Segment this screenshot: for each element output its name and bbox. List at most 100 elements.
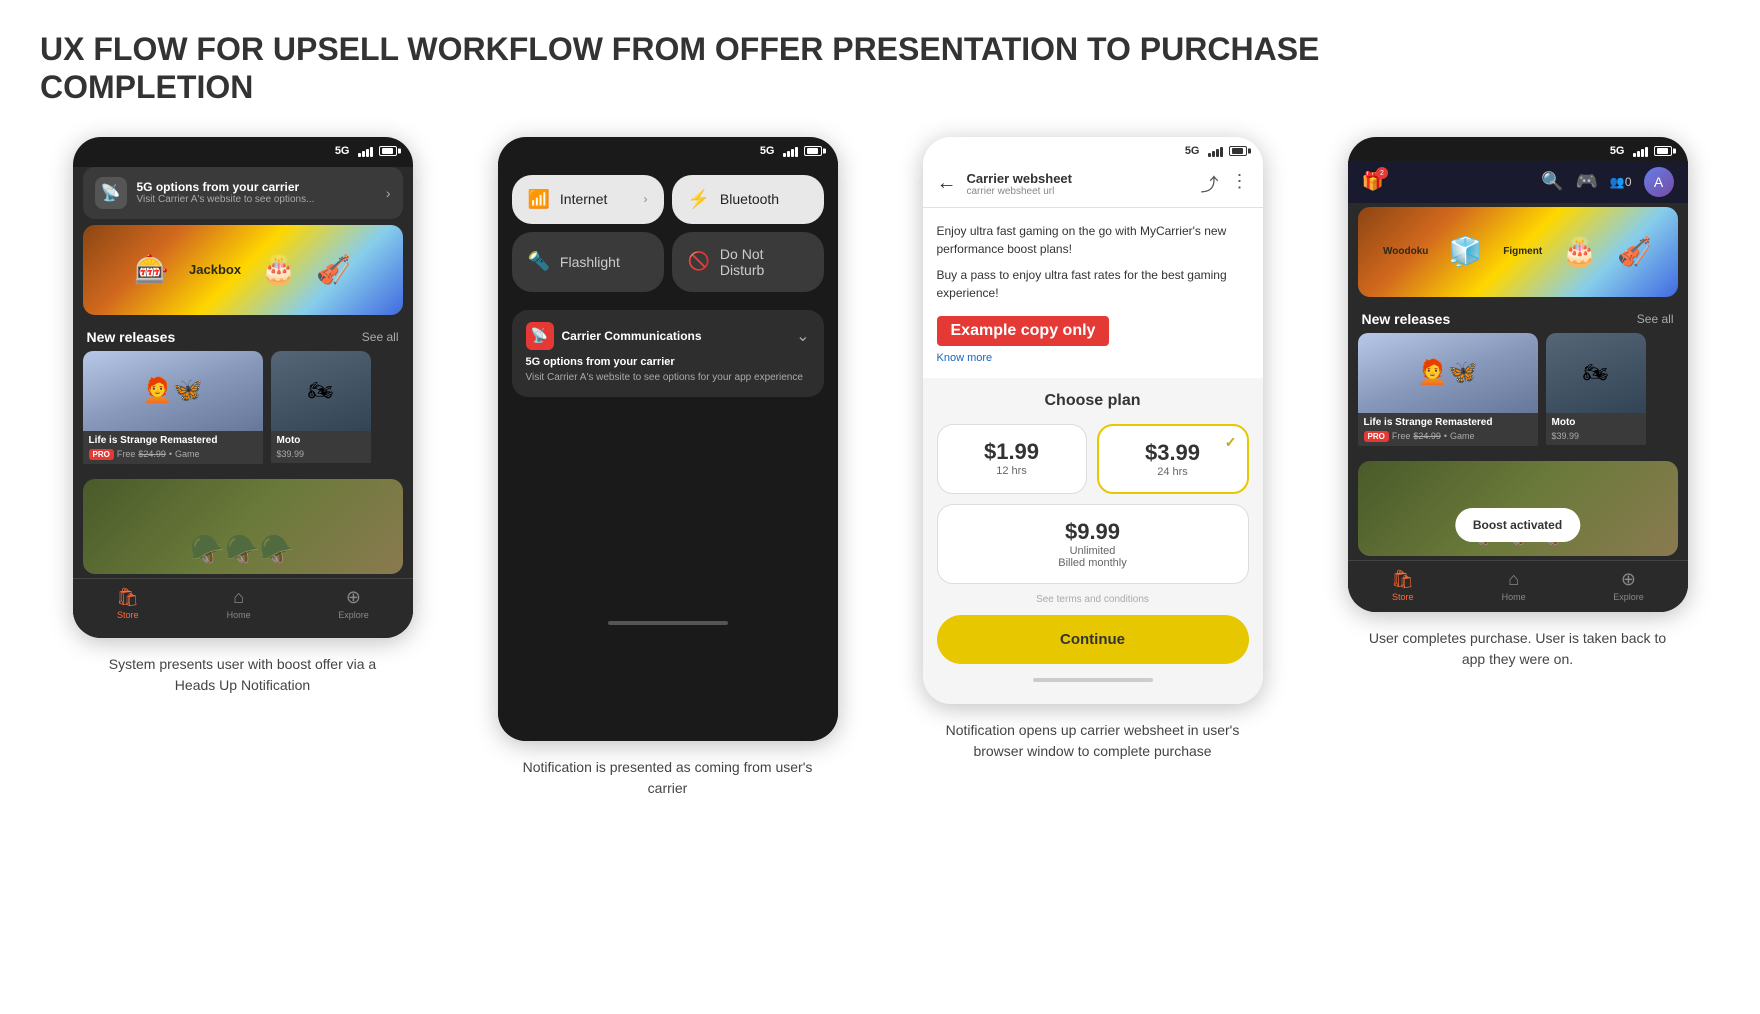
phone-frame-4: 5G 🎁 2 🔍 🎮 👥0 A [1348, 137, 1688, 612]
plan-price-1: $1.99 [952, 439, 1072, 465]
game-img-moto-4: 🏍 [1546, 333, 1646, 413]
game-price-free-4: Free [1392, 431, 1411, 441]
game-dot-4: • [1444, 431, 1447, 441]
dnd-icon: 🚫 [688, 251, 710, 272]
websheet-header: ← Carrier websheet carrier websheet url … [923, 161, 1263, 208]
qs-bluetooth-label: Bluetooth [720, 191, 779, 207]
qs-tile-flashlight[interactable]: 🔦 Flashlight [512, 232, 664, 292]
description-3: Notification opens up carrier websheet i… [943, 720, 1243, 762]
gamepad-icon-4[interactable]: 🎮 [1575, 171, 1597, 192]
game-img-lis-4: 🧑‍🦰🦋 [1358, 333, 1538, 413]
s4-top-bar: 🎁 2 🔍 🎮 👥0 A [1348, 161, 1688, 203]
home-indicator-2 [608, 621, 728, 625]
share-icon[interactable]: ⤴ [1201, 171, 1219, 197]
signal-bars-1 [358, 145, 373, 157]
nav-store-label-4: Store [1392, 592, 1414, 602]
carrier-msg-body: Visit Carrier A's website to see options… [526, 371, 810, 385]
game-meta-moto-4: $39.99 [1552, 431, 1640, 441]
nav-store-1[interactable]: 🛍 Store [116, 587, 139, 620]
continue-button[interactable]: Continue [937, 615, 1249, 664]
game-price-strike-1: $24.99 [138, 449, 166, 459]
battery-icon-1 [379, 146, 397, 156]
explore-icon-4: ⊕ [1621, 569, 1636, 590]
nav-store-label-1: Store [117, 610, 139, 620]
wifi-icon: 📶 [528, 189, 550, 210]
game-price-moto-4: $39.99 [1552, 431, 1580, 441]
nav-explore-4[interactable]: ⊕ Explore [1613, 569, 1644, 602]
game-price-moto-1: $39.99 [277, 449, 305, 459]
game-banner-4: Woodoku 🧊 Figment 🎂 🎻 [1358, 207, 1678, 297]
see-all-1[interactable]: See all [362, 330, 399, 344]
nav-store-4[interactable]: 🛍 Store [1391, 569, 1414, 602]
plan-price-2: $3.99 [1113, 440, 1233, 466]
nav-explore-1[interactable]: ⊕ Explore [338, 587, 369, 620]
back-button[interactable]: ← [937, 172, 957, 195]
qs-tile-dnd[interactable]: 🚫 Do Not Disturb [672, 232, 824, 292]
screens-container: 5G 📡 5G options from your carrier Visit … [40, 137, 1720, 799]
websheet-content: Enjoy ultra fast gaming on the go with M… [923, 208, 1263, 378]
game-banner-inner-4: Woodoku 🧊 Figment 🎂 🎻 [1358, 207, 1678, 297]
game-info-lis-1: Life is Strange Remastered PRO Free $24.… [83, 431, 263, 464]
qs-tile-bluetooth[interactable]: ⚡ Bluetooth [672, 175, 824, 224]
plan-card-2[interactable]: ✓ $3.99 24 hrs [1097, 424, 1249, 494]
notification-banner-1[interactable]: 📡 5G options from your carrier Visit Car… [83, 167, 403, 219]
description-1: System presents user with boost offer vi… [93, 654, 393, 696]
plan-duration-3: Unlimited [952, 545, 1234, 557]
plan-card-1[interactable]: $1.99 12 hrs [937, 424, 1087, 494]
game-info-lis-4: Life is Strange Remastered PRO Free $24.… [1358, 413, 1538, 446]
gift-badge: 2 [1376, 167, 1388, 179]
game-meta-moto-1: $39.99 [277, 449, 365, 459]
plan-card-3[interactable]: $9.99 Unlimited Billed monthly [937, 504, 1249, 584]
game-card-lis-4[interactable]: 🧑‍🦰🦋 Life is Strange Remastered PRO Free… [1358, 333, 1538, 453]
games-row-4: 🧑‍🦰🦋 Life is Strange Remastered PRO Free… [1348, 333, 1688, 453]
know-more-link[interactable]: Know more [937, 352, 1249, 364]
military-banner-1: 🪖🪖🪖 [83, 479, 403, 574]
bottom-nav-4: 🛍 Store ⌂ Home ⊕ Explore [1348, 560, 1688, 612]
plan-duration-2: 24 hrs [1113, 466, 1233, 478]
screen-4-body: 🎁 2 🔍 🎮 👥0 A Woodoku 🧊 Figme [1348, 161, 1688, 612]
battery-icon-2 [804, 146, 822, 156]
game-price-strike-4: $24.99 [1413, 431, 1441, 441]
phone-frame-3: 5G ← Carrier websheet carrier websheet u… [923, 137, 1263, 704]
game-card-moto-1[interactable]: 🏍 Moto $39.99 [271, 351, 371, 471]
game-meta-lis-4: PRO Free $24.99 • Game [1364, 431, 1532, 442]
carrier-notif-header: 📡 Carrier Communications ⌄ [526, 322, 810, 350]
explore-icon-1: ⊕ [346, 587, 361, 608]
see-all-4[interactable]: See all [1637, 312, 1674, 326]
nav-home-label-4: Home [1502, 592, 1526, 602]
terms-text[interactable]: See terms and conditions [937, 594, 1249, 605]
pro-badge-4: PRO [1364, 431, 1389, 442]
websheet-actions: ⤴ ⋮ [1201, 171, 1249, 197]
nav-home-1[interactable]: ⌂ Home [227, 587, 251, 620]
carrier-icon: 📡 [526, 322, 554, 350]
nav-home-4[interactable]: ⌂ Home [1502, 569, 1526, 602]
game-card-lis-1[interactable]: 🧑‍🦰🦋 Life is Strange Remastered PRO Free… [83, 351, 263, 471]
websheet-info: Carrier websheet carrier websheet url [967, 171, 1191, 197]
screen2-empty-space [498, 401, 838, 601]
game-type-label-1: Game [175, 449, 200, 459]
status-bar-3: 5G [923, 137, 1263, 161]
carrier-notification[interactable]: 📡 Carrier Communications ⌄ 5G options fr… [512, 310, 824, 397]
qs-internet-arrow: › [644, 192, 648, 206]
plan-check-icon: ✓ [1225, 434, 1237, 451]
promo-text-1: Enjoy ultra fast gaming on the go with M… [937, 222, 1249, 258]
qs-tile-internet[interactable]: 📶 Internet › [512, 175, 664, 224]
choose-plan-title: Choose plan [937, 392, 1249, 410]
home-indicator-3 [1033, 678, 1153, 682]
avatar-4[interactable]: A [1644, 167, 1674, 197]
game-card-moto-4[interactable]: 🏍 Moto $39.99 [1546, 333, 1646, 453]
pro-badge-1: PRO [89, 449, 114, 460]
store-icon-4: 🛍 [1391, 569, 1414, 590]
plan-duration-1: 12 hrs [952, 465, 1072, 477]
s4-right-icons: 🔍 🎮 👥0 A [1541, 167, 1673, 197]
nav-explore-label-1: Explore [338, 610, 369, 620]
game-price-free-1: Free [117, 449, 136, 459]
carrier-title-row: 📡 Carrier Communications [526, 322, 702, 350]
search-icon-4[interactable]: 🔍 [1541, 171, 1563, 192]
nav-explore-label-4: Explore [1613, 592, 1644, 602]
notif-subtitle-1: Visit Carrier A's website to see options… [137, 194, 376, 205]
bottom-nav-1: 🛍 Store ⌂ Home ⊕ Explore [73, 578, 413, 630]
carrier-expand-icon: ⌄ [796, 326, 809, 346]
more-icon[interactable]: ⋮ [1231, 171, 1249, 197]
websheet-url: carrier websheet url [967, 186, 1191, 197]
